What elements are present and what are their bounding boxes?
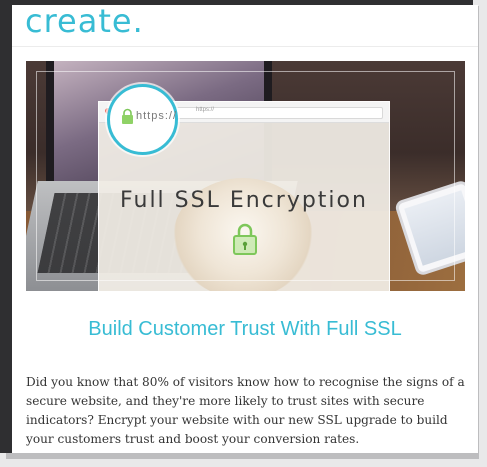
article-headline: Build Customer Trust With Full SSL [88, 318, 402, 340]
hero-inner-border [36, 71, 455, 281]
header-bar: create. [12, 5, 478, 47]
hero-image: https:// Full SSL Encryption https:// [26, 61, 465, 291]
logo-dot: . [132, 5, 144, 40]
brand-logo[interactable]: create. [25, 5, 144, 40]
article-body: Did you know that 80% of visitors know h… [26, 375, 465, 446]
email-card: create. https:// Full SSL Encryption htt… [12, 5, 478, 453]
logo-text: create [25, 5, 133, 40]
